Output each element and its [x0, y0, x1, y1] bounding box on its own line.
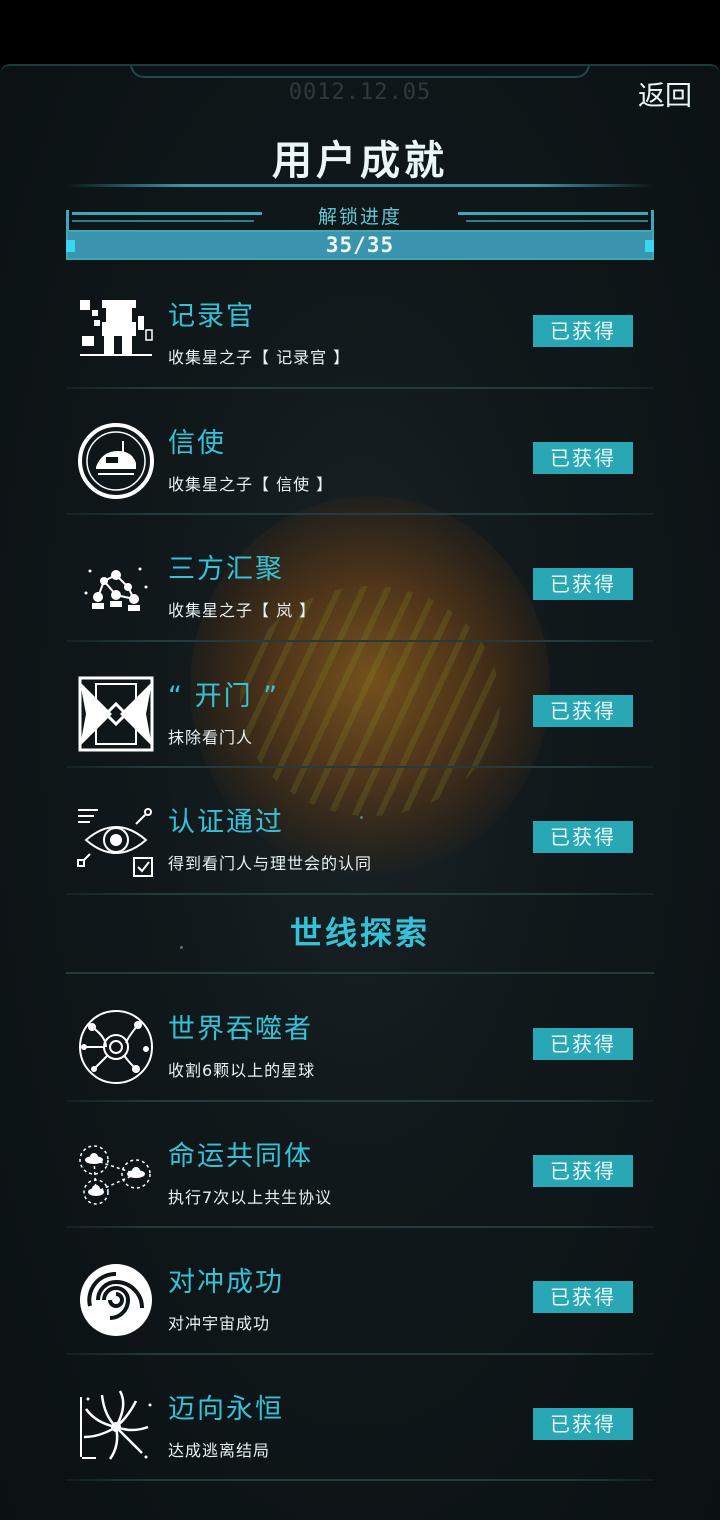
achievement-item[interactable]: 对冲成功 对冲宇宙成功 已获得 [0, 1228, 720, 1355]
open-door-icon [78, 676, 154, 751]
earned-badge: 已获得 [533, 821, 633, 853]
date-display: 0012.12.05 [288, 80, 432, 105]
achievement-title: 世界吞噬者 [168, 1014, 313, 1045]
progress-track: 35/35 [66, 230, 654, 260]
earned-badge: 已获得 [533, 315, 633, 347]
progress-value: 35/35 [325, 233, 395, 257]
achievement-description: 收集星之子【 记录官 】 [168, 348, 351, 367]
achievement-description: 得到看门人与理世会的认同 [168, 854, 373, 873]
achievement-description: 收集星之子【 信使 】 [168, 474, 334, 494]
earned-badge: 已获得 [533, 1154, 633, 1187]
earned-badge: 已获得 [533, 1028, 633, 1060]
progress-label: 解锁进度 [317, 206, 402, 228]
achievement-title: 信使 [168, 427, 226, 459]
earned-badge: 已获得 [533, 568, 633, 600]
achievement-item[interactable]: 命运共同体 执行7次以上共生协议 已获得 [0, 1102, 720, 1229]
black-hole-icon [80, 1389, 152, 1460]
earned-badge: 已获得 [533, 694, 633, 727]
earned-badge: 已获得 [533, 1281, 633, 1313]
achievement-description: 对冲宇宙成功 [168, 1314, 271, 1333]
section-divider [66, 972, 654, 974]
achievement-description: 执行7次以上共生协议 [168, 1187, 333, 1207]
panel-notch [130, 66, 590, 78]
status-bar-area [0, 0, 720, 64]
messenger-ship-icon [78, 422, 154, 499]
title-divider [66, 184, 654, 187]
achievement-title: 认证通过 [168, 807, 284, 838]
achievement-title: “ 开门 ” [168, 680, 280, 712]
achievement-item[interactable]: 三方汇聚 收集星之子【 岚 】 已获得 [0, 515, 720, 642]
exploration-list: 世界吞噬者 收割6颗以上的星球 已获得 命运共同体 执行7次以上共生协议 已获得 [0, 975, 720, 1481]
achievement-item[interactable]: 迈向永恒 达成逃离结局 已获得 [0, 1355, 720, 1482]
three-party-network-icon [84, 567, 148, 611]
vortex-icon [80, 1264, 152, 1336]
achievement-title: 命运共同体 [168, 1140, 313, 1172]
back-button[interactable]: 返回 [628, 74, 692, 112]
achievement-description: 达成逃离结局 [168, 1440, 271, 1460]
achievement-item[interactable]: 世界吞噬者 收割6颗以上的星球 已获得 [0, 975, 720, 1102]
achievement-description: 抹除看门人 [168, 727, 254, 747]
achievement-title: 记录官 [168, 301, 255, 332]
recorder-robot-icon [80, 300, 153, 356]
achievement-description: 收集星之子【 岚 】 [168, 601, 317, 620]
unlock-progress: 解锁进度 35/35 [66, 206, 654, 262]
achievement-title: 三方汇聚 [168, 554, 284, 585]
section-title-exploration: 世线探索 [289, 914, 430, 952]
earned-badge: 已获得 [533, 441, 633, 474]
achievement-title: 对冲成功 [168, 1267, 284, 1298]
achievement-item[interactable]: 信使 收集星之子【 信使 】 已获得 [0, 389, 720, 516]
achievement-item[interactable]: 认证通过 得到看门人与理世会的认同 已获得 [0, 768, 720, 895]
world-devourer-icon [79, 1010, 153, 1084]
eye-verified-icon [77, 808, 153, 877]
shared-destiny-icon [79, 1144, 151, 1205]
achievement-list: 记录官 收集星之子【 记录官 】 已获得 信使 收集星之子【 信使 】 已获得 [0, 262, 720, 895]
achievement-title: 迈向永恒 [168, 1393, 284, 1425]
achievement-item[interactable]: 记录官 收集星之子【 记录官 】 已获得 [0, 262, 720, 389]
achievement-item[interactable]: “ 开门 ” 抹除看门人 已获得 [0, 642, 720, 769]
earned-badge: 已获得 [533, 1407, 633, 1440]
achievement-description: 收割6颗以上的星球 [168, 1061, 316, 1080]
page-title: 用户成就 [272, 138, 448, 184]
